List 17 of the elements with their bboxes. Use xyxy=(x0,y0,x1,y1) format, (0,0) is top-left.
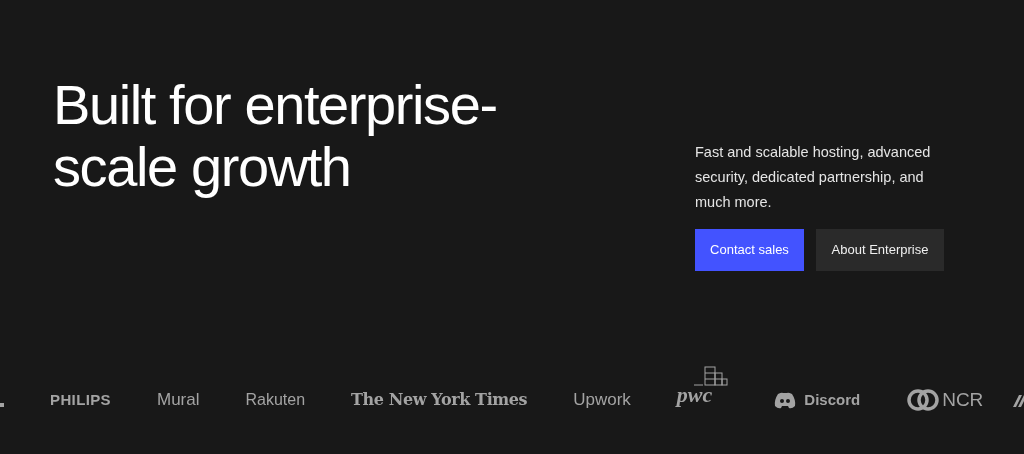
logo-wordmark: Mural xyxy=(157,389,200,412)
logo-wordmark: Rakuten xyxy=(245,390,306,410)
hero-heading: Built for enterprise-scale growth xyxy=(53,74,498,200)
logo-wordmark: Discord xyxy=(804,389,861,410)
logo-fragment-icon xyxy=(1013,393,1024,407)
hero-description: Fast and scalable hosting, advanced security, dedicated partnership, and much more. xyxy=(695,143,932,212)
contact-button[interactable]: Contact sales xyxy=(695,229,804,271)
logo-wordmark: pwc xyxy=(676,381,713,407)
building-blocks-icon xyxy=(694,365,729,386)
about-button[interactable]: About Enterprise xyxy=(816,229,944,271)
logo-wordmark: The New York Times xyxy=(351,389,528,411)
logo-wordmark: Upwork xyxy=(573,389,631,412)
logo-fragment-icon xyxy=(0,403,4,407)
logo-wordmark: NCR xyxy=(942,387,984,412)
linked-rings-icon xyxy=(906,388,941,412)
logo-wordmark: PHILIPS xyxy=(50,389,111,410)
controller-icon xyxy=(774,391,797,409)
